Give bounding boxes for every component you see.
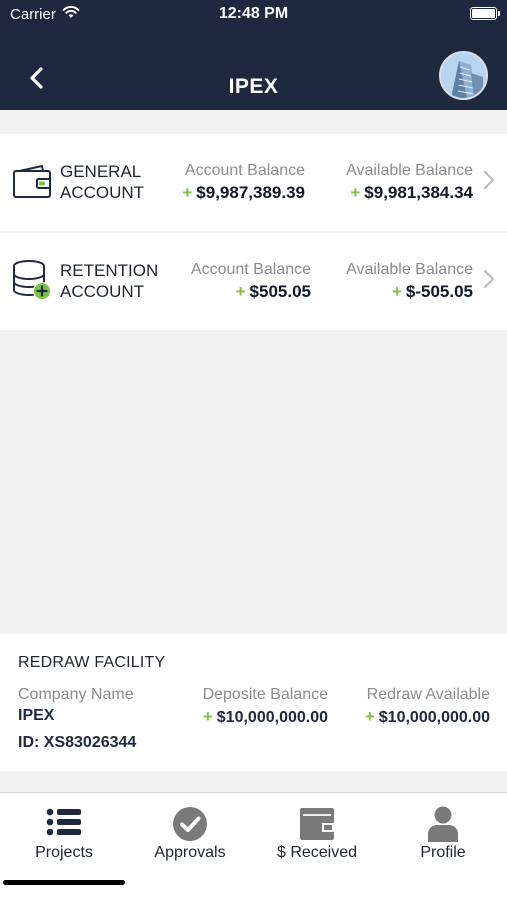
deposit-balance-label: Deposite Balance (202, 686, 328, 703)
available-balance-label: Available Balance (346, 162, 473, 179)
plus-icon: + (202, 707, 213, 726)
chevron-right-icon (483, 269, 495, 289)
account-name-line2: ACCOUNT (60, 183, 145, 202)
available-balance-label: Available Balance (346, 261, 473, 278)
deposit-balance-amount: $10,000,000.00 (216, 709, 328, 726)
plus-icon: + (350, 183, 361, 202)
account-card-general[interactable]: GENERAL ACCOUNT Account Balance + $9,987,… (0, 134, 507, 231)
plus-icon: + (235, 282, 246, 301)
account-balance-label: Account Balance (184, 162, 305, 179)
home-indicator (3, 880, 125, 885)
account-name: RETENTION ACCOUNT (60, 260, 158, 302)
available-balance-amount: $9,981,384.34 (364, 183, 473, 202)
tab-label: Projects (35, 844, 93, 861)
redraw-heading: REDRAW FACILITY (18, 654, 166, 671)
deposit-balance-value: + $10,000,000.00 (203, 707, 328, 727)
account-balance-value: + $9,987,389.39 (182, 183, 305, 203)
account-balance-amount: $9,987,389.39 (196, 183, 305, 202)
plus-icon: + (364, 707, 375, 726)
avatar[interactable] (439, 51, 488, 100)
nav-header: Carrier 12:48 PM IPEX (0, 0, 507, 110)
available-balance-value: + $-505.05 (392, 282, 473, 302)
account-balance-value: + $505.05 (236, 282, 311, 302)
project-id: ID: XS83026344 (18, 734, 137, 751)
chevron-right-icon (483, 170, 495, 190)
account-name-line1: GENERAL (60, 162, 142, 181)
status-bar: Carrier 12:48 PM (0, 0, 507, 28)
company-name-value: IPEX (18, 707, 55, 724)
page-title: IPEX (228, 75, 279, 98)
redraw-facility-card: REDRAW FACILITY Company Name IPEX ID: XS… (0, 634, 507, 771)
database-add-icon (13, 260, 51, 300)
building-photo-icon (441, 53, 486, 98)
list-icon (46, 808, 81, 836)
redraw-available-amount: $10,000,000.00 (378, 709, 490, 726)
available-balance-amount: $-505.05 (405, 282, 473, 301)
account-name: GENERAL ACCOUNT (60, 161, 144, 203)
account-balance-label: Account Balance (190, 261, 311, 278)
account-card-retention[interactable]: RETENTION ACCOUNT Account Balance + $505.… (0, 233, 507, 330)
wallet-icon (300, 808, 334, 840)
tab-profile[interactable]: Profile (380, 793, 506, 873)
company-name-label: Company Name (18, 686, 134, 703)
plus-icon: + (182, 183, 193, 202)
tab-label: Profile (420, 844, 466, 861)
account-balance-amount: $505.05 (249, 282, 311, 301)
clock: 12:48 PM (218, 5, 289, 22)
check-circle-icon (173, 807, 207, 841)
available-balance-value: + $9,981,384.34 (350, 183, 473, 203)
redraw-available-value: + $10,000,000.00 (365, 707, 490, 727)
plus-icon: + (391, 282, 402, 301)
account-name-line1: RETENTION (60, 261, 159, 280)
account-name-line2: ACCOUNT (60, 282, 145, 301)
tab-label: Approvals (154, 844, 226, 861)
tab-label: $ Received (276, 844, 358, 861)
wallet-icon (13, 165, 51, 198)
tab-approvals[interactable]: Approvals (127, 793, 253, 873)
tab-projects[interactable]: Projects (1, 793, 127, 873)
person-icon (428, 806, 458, 842)
tab-received[interactable]: $ Received (254, 793, 380, 873)
redraw-available-label: Redraw Available (366, 686, 490, 703)
battery-icon (470, 7, 500, 20)
